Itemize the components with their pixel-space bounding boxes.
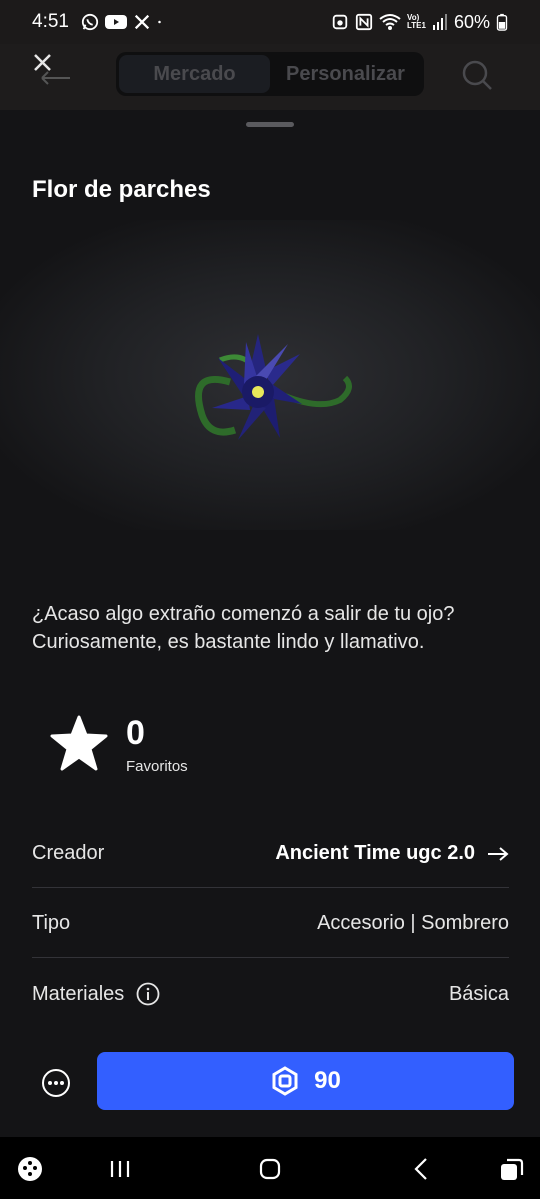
tab-switcher: Mercado Personalizar bbox=[116, 52, 424, 96]
close-icon[interactable] bbox=[30, 50, 70, 90]
whatsapp-icon bbox=[81, 13, 99, 31]
info-icon[interactable] bbox=[136, 982, 160, 1006]
item-description: ¿Acaso algo extraño comenzó a salir de t… bbox=[32, 603, 455, 653]
tab-mercado[interactable]: Mercado bbox=[119, 55, 270, 93]
home-icon[interactable] bbox=[256, 1155, 284, 1183]
battery-text: 60% bbox=[453, 11, 490, 32]
type-row: Tipo Accesorio | Sombrero bbox=[32, 890, 509, 958]
marketplace-header: Mercado Personalizar bbox=[0, 44, 540, 110]
favorites-label: Favoritos bbox=[126, 758, 188, 775]
materials-row: Materiales Básica bbox=[32, 960, 509, 1028]
app-switcher-icon[interactable] bbox=[498, 1155, 526, 1183]
nfc-icon bbox=[355, 13, 373, 31]
flower-image bbox=[195, 334, 352, 440]
robux-icon bbox=[272, 1066, 298, 1096]
materials-label: Materiales bbox=[32, 982, 125, 1005]
tab-personalizar[interactable]: Personalizar bbox=[270, 55, 421, 93]
type-value: Accesorio | Sombrero bbox=[317, 912, 509, 934]
materials-label-group: Materiales bbox=[32, 982, 160, 1006]
materials-value: Básica bbox=[448, 982, 509, 1005]
creator-name: Ancient Time ugc 2.0 bbox=[275, 842, 475, 864]
dot-icon bbox=[158, 20, 161, 24]
screenshot-icon bbox=[332, 14, 348, 30]
volte-icon: Vo) LTE1 bbox=[407, 13, 426, 30]
notification-icons bbox=[81, 13, 167, 31]
signal-icon bbox=[432, 14, 447, 30]
item-details-sheet: Flor de parches ¿Acaso algo extraño come… bbox=[0, 110, 540, 1137]
back-icon[interactable] bbox=[408, 1155, 436, 1183]
creator-row[interactable]: Creador Ancient Time ugc 2.0 bbox=[32, 820, 509, 888]
price-label: 90 bbox=[314, 1067, 341, 1094]
recent-apps-icon[interactable] bbox=[106, 1155, 134, 1183]
buy-button[interactable]: 90 bbox=[97, 1052, 514, 1110]
favorites-count: 0 bbox=[126, 714, 145, 752]
sheet-grabber[interactable] bbox=[246, 122, 294, 127]
type-label: Tipo bbox=[32, 912, 71, 934]
youtube-icon bbox=[104, 15, 127, 29]
arrow-right-icon bbox=[488, 846, 509, 861]
wifi-icon bbox=[379, 14, 401, 30]
battery-icon bbox=[496, 13, 508, 31]
more-options-icon[interactable] bbox=[38, 1065, 74, 1101]
creator-label: Creador bbox=[32, 842, 105, 864]
search-icon[interactable] bbox=[460, 58, 494, 92]
creator-link[interactable]: Ancient Time ugc 2.0 bbox=[275, 842, 509, 865]
x-icon bbox=[134, 14, 150, 30]
system-icons: Vo) LTE1 60% bbox=[331, 12, 508, 33]
status-bar: 4:51 Vo) LTE1 60% bbox=[0, 0, 540, 44]
game-controller-icon[interactable] bbox=[16, 1155, 44, 1183]
item-title: Flor de parches bbox=[32, 176, 211, 203]
favorite-star-icon[interactable] bbox=[50, 714, 108, 772]
system-nav-bar bbox=[0, 1137, 540, 1199]
status-time: 4:51 bbox=[32, 11, 69, 32]
